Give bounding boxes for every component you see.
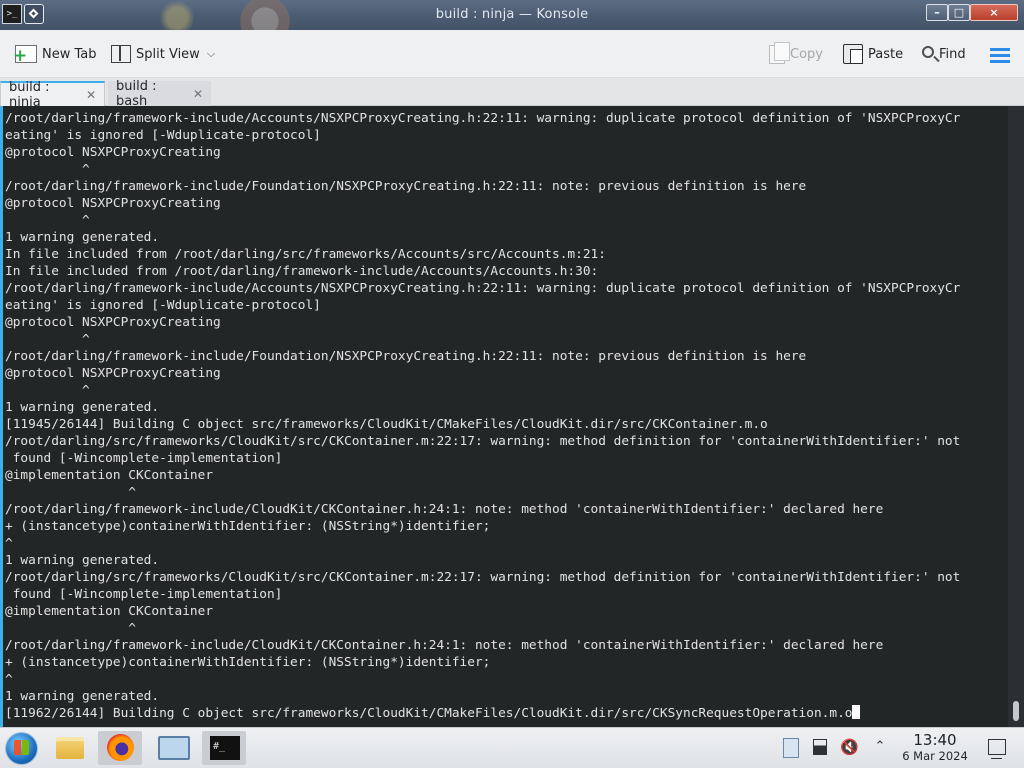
terminal-line: ^ <box>5 672 13 687</box>
terminal-line: @implementation CKContainer <box>5 604 214 619</box>
terminal-line: @protocol NSXPCProxyCreating <box>5 145 221 160</box>
new-tab-label: New Tab <box>42 46 97 62</box>
clock-date: 6 Mar 2024 <box>902 749 968 763</box>
terminal-line: ^ <box>5 485 136 500</box>
text-cursor <box>852 705 861 719</box>
tray-expand-icon[interactable]: ⌃ <box>870 737 890 757</box>
window-title: build : ninja — Konsole <box>435 7 589 22</box>
terminal-current-text: [11962/26144] Building C object src/fram… <box>5 706 853 721</box>
tab-build-ninja[interactable]: build : ninja ✕ <box>0 80 105 110</box>
terminal-line: 1 warning generated. <box>5 689 160 704</box>
taskbar: 🔇 ⌃ 13:40 6 Mar 2024 <box>0 727 1024 768</box>
show-desktop-icon[interactable] <box>988 739 1006 759</box>
clock[interactable]: 13:40 6 Mar 2024 <box>897 731 973 764</box>
maximize-button[interactable]: □ <box>948 4 970 21</box>
new-tab-icon <box>13 45 37 63</box>
search-icon <box>922 46 934 58</box>
terminal-line: eating' is ignored [-Wduplicate-protocol… <box>5 298 321 313</box>
split-view-icon <box>111 45 131 63</box>
terminal-line: ^ <box>5 213 90 228</box>
terminal-current-line: [11962/26144] Building C object src/fram… <box>5 705 1006 722</box>
paste-label: Paste <box>868 46 904 62</box>
paste-button[interactable]: Paste <box>843 43 903 65</box>
system-monitor-icon[interactable] <box>150 731 194 765</box>
terminal-line: ^ <box>5 383 90 398</box>
device-status-icon[interactable] <box>810 737 830 757</box>
terminal-line: ^ <box>5 536 13 551</box>
terminal-line: @protocol NSXPCProxyCreating <box>5 366 221 381</box>
split-view-button[interactable]: Split View ⌵ <box>111 43 215 65</box>
tab-label: build : bash <box>116 78 157 109</box>
terminal-line: @protocol NSXPCProxyCreating <box>5 315 221 330</box>
firefox-icon[interactable] <box>98 731 142 765</box>
terminal-line: [11945/26144] Building C object src/fram… <box>5 417 768 432</box>
terminal-output[interactable]: /root/darling/framework-include/Accounts… <box>5 110 1006 722</box>
main-toolbar: New Tab Split View ⌵ Copy Paste Find <box>0 30 1024 78</box>
terminal-line: @protocol NSXPCProxyCreating <box>5 196 221 211</box>
terminal-line: /root/darling/framework-include/CloudKit… <box>5 638 884 653</box>
terminal-line: /root/darling/src/frameworks/CloudKit/sr… <box>5 434 961 449</box>
copy-icon <box>769 41 790 64</box>
clipboard-icon[interactable] <box>780 737 800 758</box>
terminal-line: 1 warning generated. <box>5 230 160 245</box>
paste-icon <box>843 44 863 64</box>
terminal-line: eating' is ignored [-Wduplicate-protocol… <box>5 128 321 143</box>
konsole-taskbar-icon[interactable] <box>202 731 246 765</box>
terminal-line: /root/darling/framework-include/Foundati… <box>5 179 807 194</box>
window-titlebar[interactable]: >_ build : ninja — Konsole – □ × <box>0 0 1024 30</box>
new-tab-button[interactable]: New Tab <box>13 43 97 65</box>
chevron-down-icon[interactable]: ⌵ <box>207 47 215 61</box>
tab-label: build : ninja <box>9 79 50 110</box>
tab-build-bash[interactable]: build : bash ✕ <box>108 78 211 109</box>
terminal-line: 1 warning generated. <box>5 553 160 568</box>
file-manager-icon[interactable] <box>48 731 92 765</box>
close-tab-icon[interactable]: ✕ <box>86 88 96 102</box>
start-menu-button[interactable] <box>2 730 40 766</box>
hamburger-menu-button[interactable] <box>990 45 1010 67</box>
copy-label: Copy <box>790 46 823 62</box>
terminal-line: /root/darling/framework-include/Foundati… <box>5 349 807 364</box>
terminal-line: found [-Wincomplete-implementation] <box>5 587 283 602</box>
volume-muted-icon[interactable]: 🔇 <box>840 737 860 757</box>
tab-bar: build : ninja ✕ build : bash ✕ <box>0 78 1024 110</box>
terminal-line: /root/darling/framework-include/Accounts… <box>5 111 961 126</box>
terminal-line: /root/darling/framework-include/CloudKit… <box>5 502 884 517</box>
terminal-line: 1 warning generated. <box>5 400 160 415</box>
terminal-line: In file included from /root/darling/src/… <box>5 247 606 262</box>
terminal-line: + (instancetype)containerWithIdentifier:… <box>5 519 491 534</box>
terminal-line: + (instancetype)containerWithIdentifier:… <box>5 655 491 670</box>
close-tab-icon[interactable]: ✕ <box>193 87 203 101</box>
hamburger-menu-icon <box>990 48 1010 64</box>
close-button[interactable]: × <box>970 4 1018 21</box>
find-button[interactable]: Find <box>922 43 966 65</box>
terminal-line: /root/darling/src/frameworks/CloudKit/sr… <box>5 570 961 585</box>
terminal-line: ^ <box>5 332 90 347</box>
terminal-line: @implementation CKContainer <box>5 468 214 483</box>
terminal-line: ^ <box>5 162 90 177</box>
terminal-view[interactable]: /root/darling/framework-include/Accounts… <box>0 106 1024 727</box>
terminal-line: /root/darling/framework-include/Accounts… <box>5 281 961 296</box>
find-label: Find <box>939 46 966 62</box>
clock-time: 13:40 <box>913 731 957 749</box>
terminal-line: In file included from /root/darling/fram… <box>5 264 599 279</box>
terminal-line: found [-Wincomplete-implementation] <box>5 451 283 466</box>
minimize-button[interactable]: – <box>926 4 948 21</box>
scrollbar-thumb[interactable] <box>1013 701 1019 721</box>
copy-button[interactable]: Copy <box>769 41 823 65</box>
terminal-line: ^ <box>5 621 136 636</box>
terminal-scrollbar[interactable] <box>1008 106 1024 727</box>
split-view-label: Split View <box>136 46 200 62</box>
